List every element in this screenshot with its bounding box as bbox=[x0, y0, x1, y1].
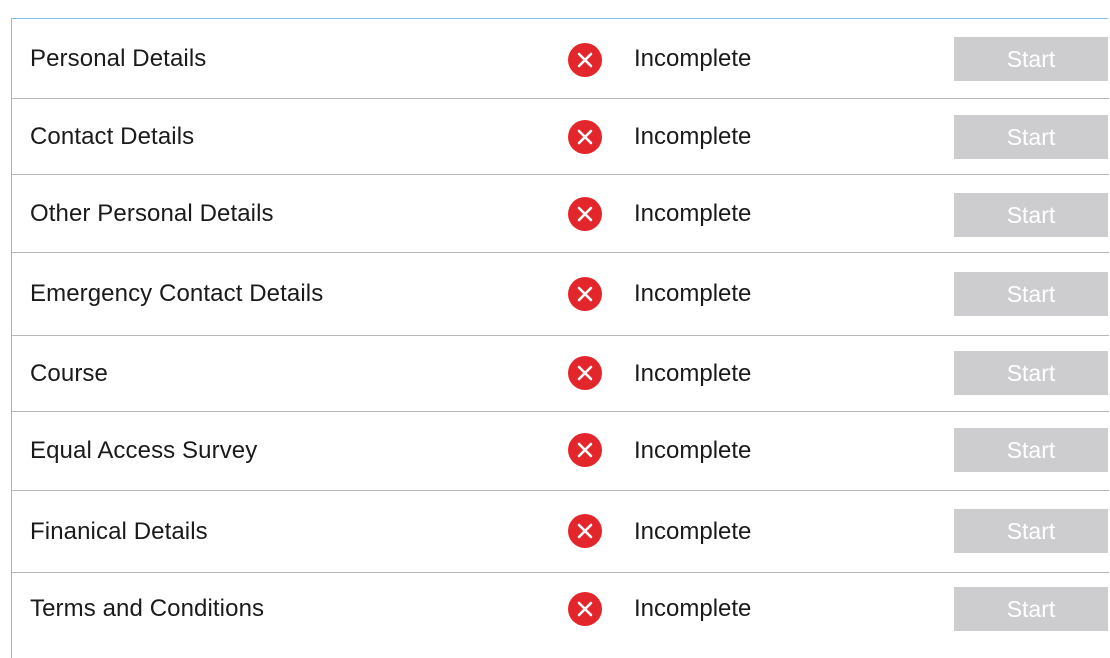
start-button[interactable]: Start bbox=[954, 272, 1108, 316]
x-circle-icon bbox=[568, 43, 602, 77]
status-text: Incomplete bbox=[634, 437, 752, 464]
status-text: Incomplete bbox=[634, 595, 752, 622]
status-text: Incomplete bbox=[634, 122, 752, 150]
x-circle-icon bbox=[568, 277, 602, 311]
checklist-row-terms-and-conditions: Terms and Conditions Incomplete Start bbox=[12, 573, 1109, 641]
section-label: Terms and Conditions bbox=[30, 595, 265, 622]
checklist-row-course: Course Incomplete Start bbox=[12, 336, 1109, 412]
application-checklist: Personal Details Incomplete Start Contac… bbox=[11, 18, 1109, 658]
start-button[interactable]: Start bbox=[954, 509, 1108, 553]
status-text: Incomplete bbox=[634, 280, 752, 307]
status-text: Incomplete bbox=[634, 517, 752, 545]
checklist-row-personal-details: Personal Details Incomplete Start bbox=[12, 19, 1109, 99]
section-label: Emergency Contact Details bbox=[30, 280, 324, 307]
start-button[interactable]: Start bbox=[954, 428, 1108, 472]
checklist-row-other-personal-details: Other Personal Details Incomplete Start bbox=[12, 175, 1109, 253]
checklist-row-equal-access-survey: Equal Access Survey Incomplete Start bbox=[12, 412, 1109, 491]
status-text: Incomplete bbox=[634, 199, 752, 227]
start-button[interactable]: Start bbox=[954, 587, 1108, 631]
x-circle-icon bbox=[568, 514, 602, 548]
start-button[interactable]: Start bbox=[954, 115, 1108, 159]
section-label: Course bbox=[30, 359, 108, 387]
status-text: Incomplete bbox=[634, 44, 752, 72]
start-button[interactable]: Start bbox=[954, 193, 1108, 237]
x-circle-icon bbox=[568, 356, 602, 390]
section-label: Equal Access Survey bbox=[30, 437, 258, 464]
section-label: Other Personal Details bbox=[30, 199, 274, 227]
x-circle-icon bbox=[568, 592, 602, 626]
section-label: Finanical Details bbox=[30, 517, 208, 545]
section-label: Contact Details bbox=[30, 122, 195, 150]
checklist-row-emergency-contact-details: Emergency Contact Details Incomplete Sta… bbox=[12, 253, 1109, 336]
x-circle-icon bbox=[568, 120, 602, 154]
status-text: Incomplete bbox=[634, 359, 752, 387]
x-circle-icon bbox=[568, 433, 602, 467]
checklist-row-contact-details: Contact Details Incomplete Start bbox=[12, 99, 1109, 175]
start-button[interactable]: Start bbox=[954, 351, 1108, 395]
start-button[interactable]: Start bbox=[954, 37, 1108, 81]
x-circle-icon bbox=[568, 197, 602, 231]
section-label: Personal Details bbox=[30, 44, 207, 72]
checklist-row-finanical-details: Finanical Details Incomplete Start bbox=[12, 491, 1109, 573]
